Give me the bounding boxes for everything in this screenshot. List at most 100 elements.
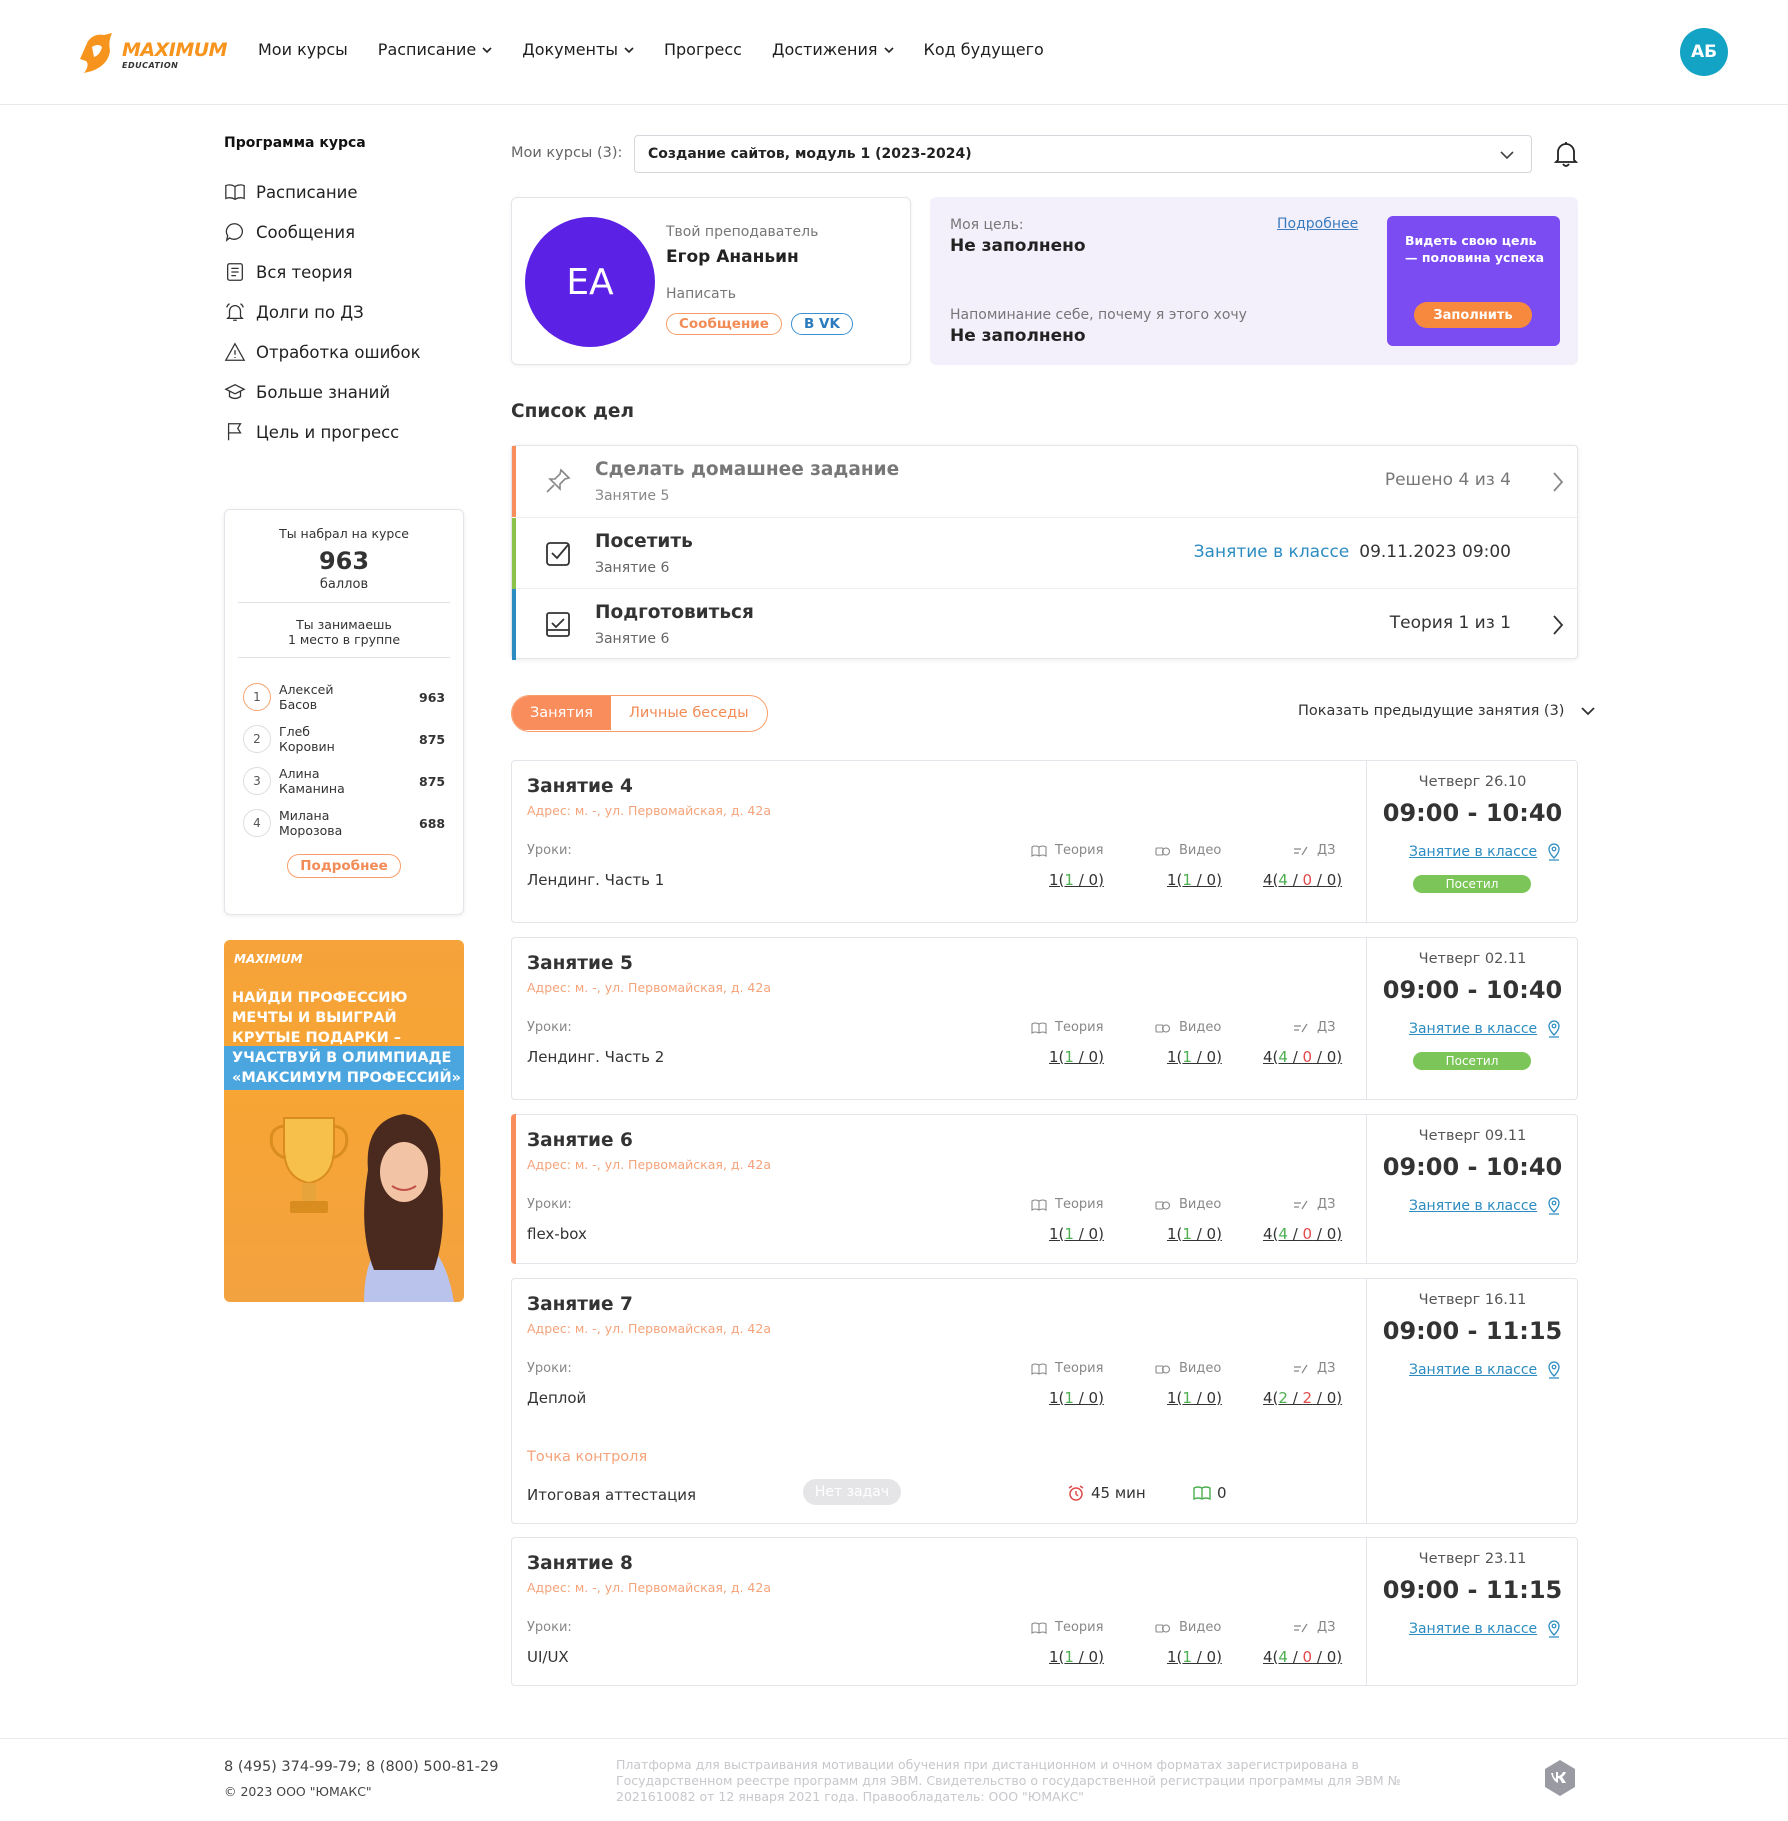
todo-item-visit[interactable]: Посетить Занятие 6 Занятие в классе 09.11…	[512, 518, 1579, 589]
sidebar-item-mistakes[interactable]: Отработка ошибок	[224, 332, 421, 372]
vk-icon[interactable]	[1541, 1759, 1579, 1797]
class-lesson-link[interactable]: Занятие в классе	[1409, 1021, 1537, 1037]
nav-schedule[interactable]: Расписание	[378, 40, 492, 59]
lesson-card[interactable]: Занятие 7 Адрес: м. -, ул. Первомайская, …	[511, 1278, 1578, 1524]
location-pin-icon[interactable]	[1547, 1197, 1561, 1215]
hw-value[interactable]: 4(4 / 0 / 0)	[1263, 1225, 1342, 1243]
show-previous-lessons[interactable]: Показать предыдущие занятия (3)	[1298, 703, 1596, 719]
video-header: Видео	[1155, 843, 1221, 858]
message-button[interactable]: Сообщение	[666, 313, 782, 335]
video-value[interactable]: 1(1 / 0)	[1167, 1048, 1222, 1066]
left: 0	[1326, 1225, 1337, 1243]
todo-title: Список дел	[511, 401, 635, 422]
class-lesson-link[interactable]: Занятие в классе	[1409, 1198, 1537, 1214]
left: 0	[1088, 1225, 1099, 1243]
book-icon	[1031, 1198, 1047, 1211]
lesson-card[interactable]: Занятие 8 Адрес: м. -, ул. Первомайская, …	[511, 1537, 1578, 1686]
leaderboard-more-button[interactable]: Подробнее	[287, 854, 401, 878]
location-pin-icon[interactable]	[1547, 1361, 1561, 1379]
location-pin-icon[interactable]	[1547, 843, 1561, 861]
goal-more-link[interactable]: Подробнее	[1277, 216, 1358, 232]
nav-future-code[interactable]: Код будущего	[924, 40, 1044, 59]
todo-item-homework[interactable]: Сделать домашнее задание Занятие 5 Решен…	[512, 446, 1579, 517]
theory-value[interactable]: 1(1 / 0)	[1049, 1225, 1104, 1243]
hw-value[interactable]: 4(2 / 2 / 0)	[1263, 1389, 1342, 1407]
fill-goal-button[interactable]: Заполнить	[1414, 302, 1532, 328]
left: 0	[1088, 1648, 1099, 1666]
lesson-title: Занятие 5	[527, 953, 633, 974]
theory-value[interactable]: 1(1 / 0)	[1049, 1389, 1104, 1407]
class-lesson-link[interactable]: Занятие в классе	[1409, 1362, 1537, 1378]
olympiad-promo-banner[interactable]: MAXIMUM Найди профессию мечты и выиграй …	[224, 940, 464, 1302]
maximum-logo[interactable]: MAXIMUM EDUCATION	[74, 26, 228, 78]
tab-personal-talks[interactable]: Личные беседы	[611, 696, 767, 730]
sidebar-item-goal[interactable]: Цель и прогресс	[224, 412, 421, 452]
done: 1	[1182, 1048, 1192, 1066]
sidebar-item-label: Вся теория	[256, 262, 353, 282]
location-pin-icon[interactable]	[1547, 1620, 1561, 1638]
lesson-card[interactable]: Занятие 5 Адрес: м. -, ул. Первомайская, …	[511, 937, 1578, 1100]
notification-bell-icon[interactable]	[1553, 140, 1579, 168]
lesson-topic: flex-box	[527, 1225, 587, 1243]
sidebar-item-theory[interactable]: Вся теория	[224, 252, 421, 292]
left: 0	[1326, 1648, 1337, 1666]
done: 1	[1182, 1648, 1192, 1666]
todo-status: Решено 4 из 4	[1384, 470, 1511, 490]
nav-label: Достижения	[771, 40, 878, 59]
divider	[1366, 1279, 1367, 1523]
nav-achievements[interactable]: Достижения	[772, 40, 894, 59]
todo-datetime: 09.11.2023 09:00	[1359, 542, 1511, 562]
hw-header: ДЗ	[1293, 1620, 1336, 1635]
goal-card: Моя цель: Не заполнено Подробнее Напомин…	[930, 197, 1578, 365]
todo-title-text: Сделать домашнее задание	[595, 459, 900, 480]
todo-item-prepare[interactable]: Подготовиться Занятие 6 Теория 1 из 1	[512, 589, 1579, 660]
nav-progress[interactable]: Прогресс	[664, 40, 742, 59]
video-value[interactable]: 1(1 / 0)	[1167, 1389, 1222, 1407]
location-pin-icon[interactable]	[1547, 1020, 1561, 1038]
lesson-card[interactable]: Занятие 4 Адрес: м. -, ул. Первомайская, …	[511, 760, 1578, 923]
sidebar-item-messages[interactable]: Сообщения	[224, 212, 421, 252]
nav-documents[interactable]: Документы	[522, 40, 634, 59]
user-avatar[interactable]: АБ	[1680, 28, 1728, 76]
group-place: Ты занимаешь 1 место в группе	[287, 617, 401, 647]
hw-value[interactable]: 4(4 / 0 / 0)	[1263, 871, 1342, 889]
video-value[interactable]: 1(1 / 0)	[1167, 871, 1222, 889]
hw-value[interactable]: 4(4 / 0 / 0)	[1263, 1048, 1342, 1066]
class-lesson-link[interactable]: Занятие в классе	[1409, 844, 1537, 860]
todo-status: Теория 1 из 1	[1389, 613, 1511, 633]
video-value[interactable]: 1(1 / 0)	[1167, 1648, 1222, 1666]
student-name: Милана Морозова	[279, 808, 343, 838]
video-value[interactable]: 1(1 / 0)	[1167, 1225, 1222, 1243]
sidebar-item-schedule[interactable]: Расписание	[224, 172, 421, 212]
video-header-label: Видео	[1179, 1197, 1222, 1212]
class-lesson-link[interactable]: Занятие в классе	[1409, 1621, 1537, 1637]
student-name: Глеб Коровин	[279, 724, 335, 754]
wrong: 0	[1302, 1648, 1313, 1666]
nav-label: Расписание	[377, 40, 477, 59]
flag-icon	[227, 423, 242, 441]
tab-lessons[interactable]: Занятия	[512, 696, 611, 730]
total: 4	[1263, 871, 1273, 889]
theory-header: Теория	[1031, 1361, 1103, 1376]
theory-value[interactable]: 1(1 / 0)	[1049, 871, 1104, 889]
video-header-label: Видео	[1179, 1020, 1222, 1035]
lessons-header: Уроки:	[527, 1361, 572, 1376]
checkpoint-duration: 45 мин	[1067, 1484, 1146, 1502]
class-lesson-link[interactable]: Занятие в классе	[1194, 542, 1350, 562]
theory-value[interactable]: 1(1 / 0)	[1049, 1048, 1104, 1066]
sidebar-item-more-knowledge[interactable]: Больше знаний	[224, 372, 421, 412]
lesson-card[interactable]: Занятие 6 Адрес: м. -, ул. Первомайская, …	[511, 1114, 1578, 1264]
done: 1	[1182, 1225, 1192, 1243]
vk-button[interactable]: В VK	[791, 313, 853, 335]
hw-header-label: ДЗ	[1317, 1361, 1336, 1376]
chevron-down-icon	[482, 46, 492, 53]
total: 1	[1049, 1648, 1059, 1666]
sidebar-item-hw-debts[interactable]: Долги по ДЗ	[224, 292, 421, 332]
book-icon	[1031, 1621, 1047, 1634]
theory-value[interactable]: 1(1 / 0)	[1049, 1648, 1104, 1666]
nav-my-courses[interactable]: Мои курсы	[258, 40, 348, 59]
course-select[interactable]: Создание сайтов, модуль 1 (2023-2024)	[634, 135, 1532, 173]
todo-subtitle: Занятие 5	[595, 488, 670, 504]
hw-value[interactable]: 4(4 / 0 / 0)	[1263, 1648, 1342, 1666]
wrong: 0	[1302, 871, 1313, 889]
